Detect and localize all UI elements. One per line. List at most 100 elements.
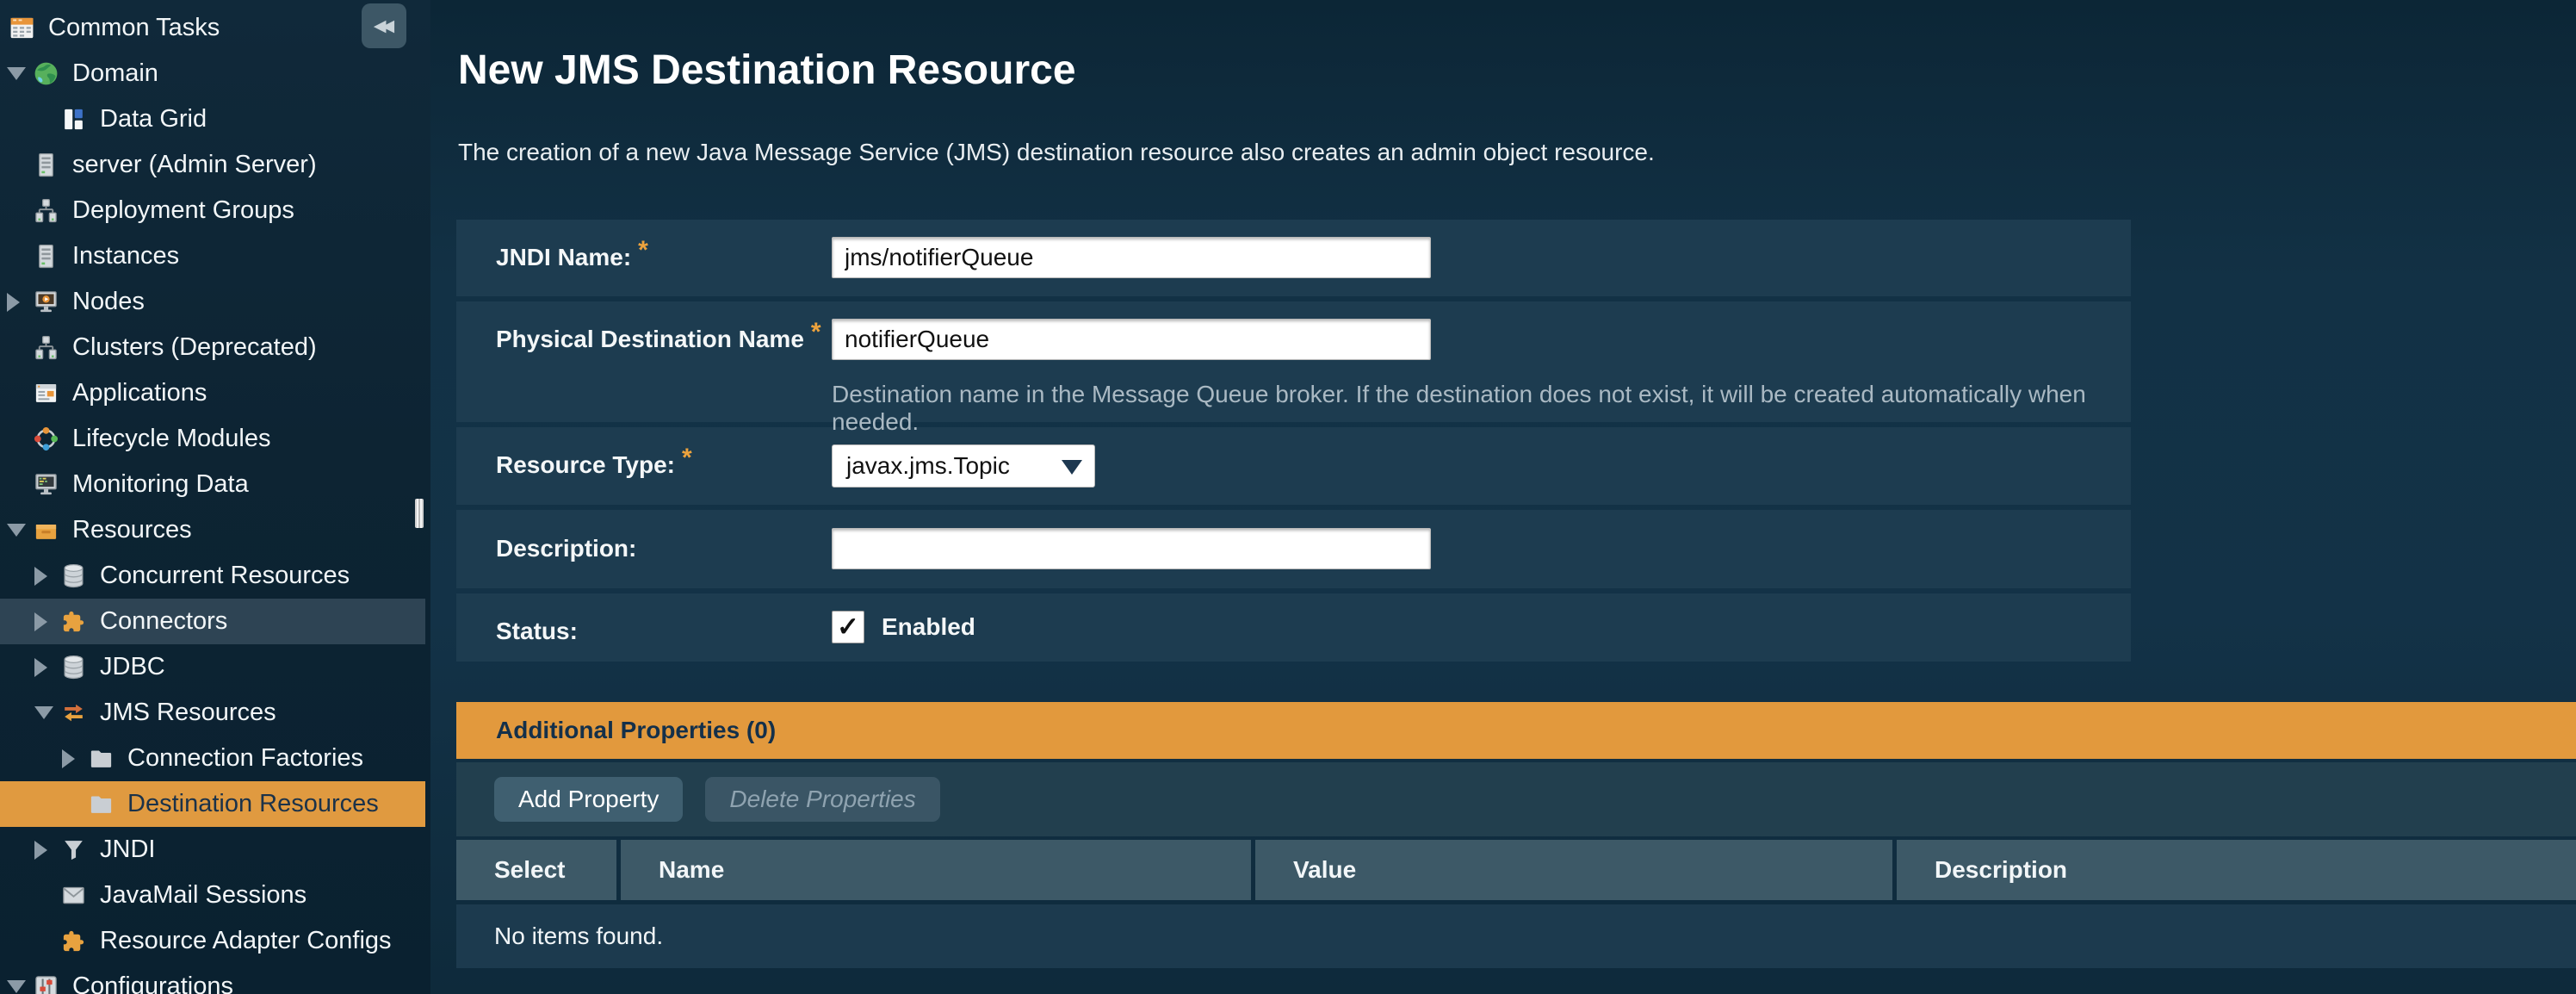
- tree-item-label: Applications: [72, 379, 207, 407]
- form-row-status: Status: ✓ Enabled: [456, 593, 2131, 662]
- sliders-icon: [33, 973, 59, 994]
- tree-item-label: Connectors: [100, 607, 227, 636]
- tree-item-label: Configurations: [72, 972, 233, 994]
- tree-expanded-arrow-icon[interactable]: [7, 980, 26, 993]
- tree-item-label: Clusters (Deprecated): [72, 333, 317, 362]
- page-description: The creation of a new Java Message Servi…: [458, 139, 2576, 166]
- envelope-icon: [60, 882, 87, 909]
- tree-item-data-grid[interactable]: Data Grid: [0, 96, 425, 142]
- tree-item-resources[interactable]: Resources: [0, 507, 425, 553]
- tree-collapsed-arrow-icon[interactable]: [7, 293, 20, 312]
- tree-item-label: Domain: [72, 59, 158, 88]
- server-icon: [33, 243, 59, 270]
- tree-item-lifecycle-modules[interactable]: Lifecycle Modules: [0, 416, 425, 462]
- tree-item-jdbc[interactable]: JDBC: [0, 644, 425, 690]
- page-title: New JMS Destination Resource: [458, 47, 2576, 94]
- tree-expanded-arrow-icon[interactable]: [7, 524, 26, 537]
- tree-item-jms-resources[interactable]: JMS Resources: [0, 690, 425, 736]
- tree-item-label: Nodes: [72, 288, 145, 316]
- puzzle-icon: [60, 928, 87, 954]
- resource-type-select[interactable]: javax.jms.Topic: [832, 444, 1095, 488]
- required-asterisk-icon: *: [638, 236, 648, 264]
- data-grid-icon: [60, 106, 87, 133]
- sidebar-collapse-button[interactable]: ◀◀: [362, 3, 406, 48]
- jms-arrows-icon: [60, 699, 87, 726]
- form-row-physical-destination-name: Physical Destination Name* Destination n…: [456, 301, 2131, 422]
- tree-item-label: Deployment Groups: [72, 196, 294, 225]
- tree-item-javamail-sessions[interactable]: JavaMail Sessions: [0, 873, 425, 918]
- properties-table-header: SelectNameValueDescription: [456, 840, 2576, 900]
- tree-item-label: Resource Adapter Configs: [100, 927, 392, 955]
- resource-box-icon: [33, 517, 59, 544]
- tree-item-label: Resources: [72, 516, 192, 544]
- form-row-jndi-name: JNDI Name:*: [456, 220, 2131, 296]
- database-icon: [60, 562, 87, 589]
- tree-collapsed-arrow-icon[interactable]: [34, 567, 47, 586]
- sidebar-scrollbar-thumb[interactable]: [415, 499, 424, 528]
- additional-properties-header: Additional Properties (0): [456, 702, 2576, 759]
- tree-item-resource-adapter-configs[interactable]: Resource Adapter Configs: [0, 918, 425, 964]
- tree-expanded-arrow-icon[interactable]: [7, 67, 26, 80]
- tree-item-label: Connection Factories: [127, 744, 363, 773]
- status-label: Status:: [496, 611, 832, 652]
- tree-item-deployment-groups[interactable]: Deployment Groups: [0, 188, 425, 233]
- tasks-grid-icon: [9, 15, 35, 41]
- puzzle-icon: [60, 608, 87, 635]
- delete-properties-button[interactable]: Delete Properties: [705, 777, 939, 822]
- status-enabled-label: Enabled: [882, 613, 975, 641]
- globe-icon: [33, 60, 59, 87]
- sidebar-navigation-tree: Common TasksDomainData Gridserver (Admin…: [0, 0, 430, 994]
- tree-item-monitoring-data[interactable]: Monitoring Data: [0, 462, 425, 507]
- monitor-play-icon: [33, 289, 59, 315]
- tree-item-label: JMS Resources: [100, 699, 276, 727]
- form-row-description: Description:: [456, 510, 2131, 588]
- node-group-icon: [33, 334, 59, 361]
- tree-item-server-admin-server[interactable]: server (Admin Server): [0, 142, 425, 188]
- tree-item-instances[interactable]: Instances: [0, 233, 425, 279]
- tree-item-jndi[interactable]: JNDI: [0, 827, 425, 873]
- properties-table-empty-row: No items found.: [456, 904, 2576, 968]
- folder-icon: [88, 791, 115, 817]
- tree-item-configurations[interactable]: Configurations: [0, 964, 425, 994]
- server-icon: [33, 152, 59, 178]
- tree-expanded-arrow-icon[interactable]: [34, 706, 53, 719]
- tree-item-clusters-deprecated[interactable]: Clusters (Deprecated): [0, 325, 425, 370]
- tree-item-connection-factories[interactable]: Connection Factories: [0, 736, 425, 781]
- folder-icon: [88, 745, 115, 772]
- description-input[interactable]: [832, 528, 1431, 569]
- funnel-icon: [60, 836, 87, 863]
- tree-item-label: server (Admin Server): [72, 151, 317, 179]
- jndi-name-input[interactable]: [832, 237, 1431, 278]
- tree-item-concurrent-resources[interactable]: Concurrent Resources: [0, 553, 425, 599]
- tree-item-label: Lifecycle Modules: [72, 425, 271, 453]
- column-header-name: Name: [621, 840, 1251, 900]
- required-asterisk-icon: *: [811, 318, 821, 346]
- resource-type-label: Resource Type:*: [496, 444, 832, 486]
- additional-properties-toolbar: Add Property Delete Properties: [456, 762, 2576, 836]
- description-label: Description:: [496, 528, 832, 569]
- tree-item-label: JavaMail Sessions: [100, 881, 307, 910]
- tree-item-label: Destination Resources: [127, 790, 379, 818]
- tree-collapsed-arrow-icon[interactable]: [34, 612, 47, 631]
- tree-item-label: JNDI: [100, 836, 155, 864]
- resource-type-selected-value: javax.jms.Topic: [846, 452, 1010, 480]
- tree: Common TasksDomainData Gridserver (Admin…: [0, 0, 430, 994]
- monitor-data-icon: [33, 471, 59, 498]
- tree-collapsed-arrow-icon[interactable]: [62, 749, 75, 768]
- status-enabled-checkbox[interactable]: ✓: [832, 611, 864, 643]
- tree-item-connectors[interactable]: Connectors: [0, 599, 425, 644]
- collapse-chevrons-icon: ◀◀: [374, 16, 390, 36]
- physical-destination-name-help: Destination name in the Message Queue br…: [832, 381, 2131, 436]
- tree-item-applications[interactable]: Applications: [0, 370, 425, 416]
- add-property-button[interactable]: Add Property: [494, 777, 683, 822]
- tree-item-label: Concurrent Resources: [100, 562, 350, 590]
- dropdown-arrow-icon: [1062, 460, 1082, 475]
- physical-destination-name-input[interactable]: [832, 319, 1431, 360]
- tree-collapsed-arrow-icon[interactable]: [34, 841, 47, 860]
- tree-item-nodes[interactable]: Nodes: [0, 279, 425, 325]
- tree-item-destination-resources[interactable]: Destination Resources: [0, 781, 425, 827]
- tree-item-domain[interactable]: Domain: [0, 51, 425, 96]
- tree-item-label: Data Grid: [100, 105, 207, 134]
- required-asterisk-icon: *: [682, 444, 692, 472]
- tree-collapsed-arrow-icon[interactable]: [34, 658, 47, 677]
